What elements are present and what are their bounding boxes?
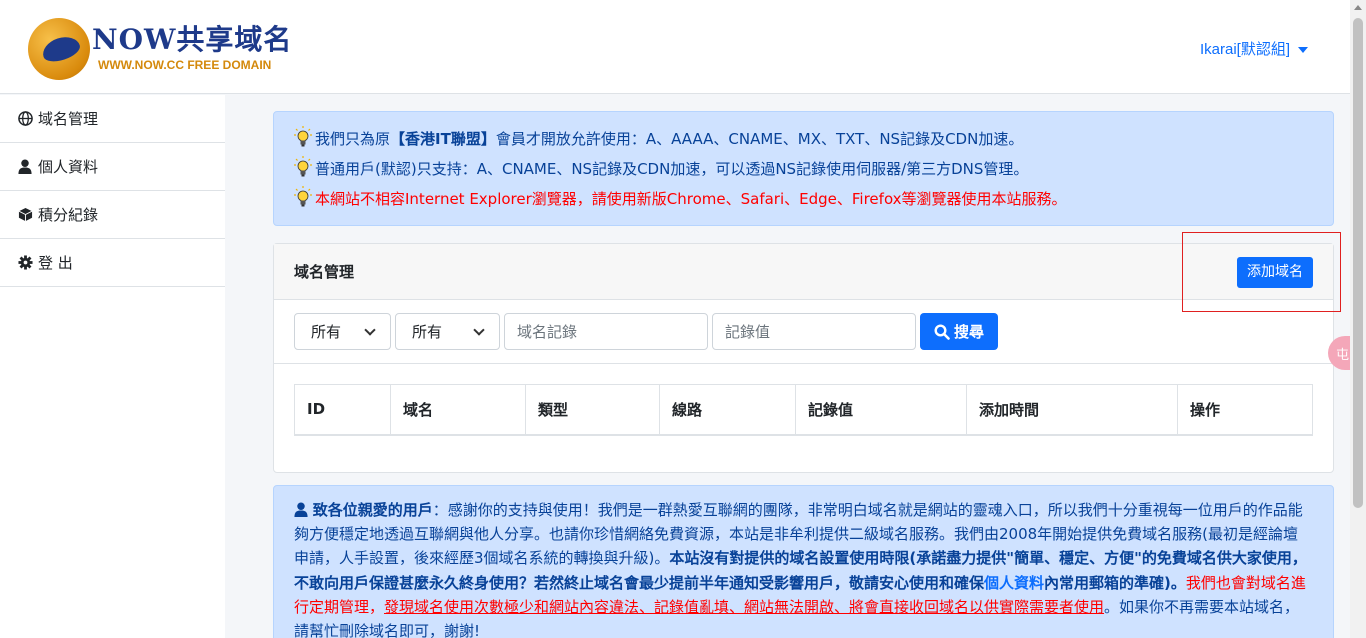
column-header-line[interactable]: 線路 bbox=[659, 384, 796, 436]
info-bold-text-2: 內常用郵箱的準確)。 bbox=[1044, 573, 1186, 592]
scrollbar-thumb[interactable] bbox=[1353, 18, 1363, 508]
sidebar-item-label: 域名管理 bbox=[38, 110, 99, 128]
user-menu[interactable]: Ikarai[默認組] bbox=[1200, 38, 1308, 59]
chevron-down-icon bbox=[473, 323, 485, 336]
box-icon bbox=[16, 207, 34, 222]
main-content: 我們只為原【香港IT聯盟】會員才開放允許使用：A、AAAA、CNAME、MX、T… bbox=[273, 111, 1334, 638]
column-header-record-value[interactable]: 記錄值 bbox=[795, 384, 967, 436]
info-heading: 致各位親愛的用戶 bbox=[312, 501, 433, 519]
profile-link[interactable]: 個人資料 bbox=[984, 574, 1044, 592]
user-icon bbox=[16, 159, 34, 174]
notice-line: 我們只為原【香港IT聯盟】會員才開放允許使用：A、AAAA、CNAME、MX、T… bbox=[294, 124, 1313, 154]
notice-line: 普通用戶(默認)只支持：A、CNAME、NS記錄及CDN加速，可以透過NS記錄使… bbox=[294, 154, 1313, 184]
column-header-type[interactable]: 類型 bbox=[525, 384, 660, 436]
notice-line1-bold: 【香港IT聯盟】 bbox=[390, 130, 496, 148]
type-select-value: 所有 bbox=[311, 323, 342, 341]
card-title: 域名管理 bbox=[294, 263, 355, 281]
lightbulb-icon bbox=[294, 186, 312, 207]
sidebar-item-label: 登 出 bbox=[38, 254, 73, 272]
column-header-actions[interactable]: 操作 bbox=[1177, 384, 1313, 436]
user-menu-label: Ikarai[默認組] bbox=[1199, 41, 1290, 58]
chevron-down-icon bbox=[364, 323, 376, 336]
line-select[interactable]: 所有 bbox=[395, 313, 500, 350]
notice-line1-prefix: 我們只為原 bbox=[315, 130, 391, 148]
site-logo[interactable]: NOW共享域名 WWW.NOW.CC FREE DOMAIN bbox=[28, 14, 318, 80]
notice-line3: 本網站不相容Internet Explorer瀏覽器，請使用新版Chrome、S… bbox=[315, 190, 1067, 208]
notice-line1-suffix: 會員才開放允許使用：A、AAAA、CNAME、MX、TXT、NS記錄及CDN加速… bbox=[495, 130, 1024, 148]
scroll-up-icon[interactable] bbox=[1354, 5, 1362, 10]
column-header-added-time[interactable]: 添加時間 bbox=[966, 384, 1178, 436]
search-icon bbox=[934, 323, 950, 340]
info-warning-underlined: 發現域名使用次數極少和網站內容違法、記錄值亂填、網站無法開啟、將會直接收回域名以… bbox=[384, 597, 1105, 616]
sidebar-item-profile[interactable]: 個人資料 bbox=[0, 143, 225, 191]
record-value-input[interactable]: 記錄值 bbox=[712, 313, 916, 350]
sidebar-item-label: 積分紀錄 bbox=[38, 206, 99, 224]
lightbulb-icon bbox=[294, 126, 312, 147]
domain-management-card: 域名管理 添加域名 所有 所有 域名記錄 記錄值 搜尋 ID 域名 類型 線路 bbox=[273, 243, 1334, 473]
caret-down-icon bbox=[1298, 47, 1308, 54]
column-header-id[interactable]: ID bbox=[294, 384, 391, 436]
type-select[interactable]: 所有 bbox=[294, 313, 391, 350]
lightbulb-icon bbox=[294, 156, 312, 177]
logo-emblem-icon bbox=[28, 18, 90, 80]
search-button[interactable]: 搜尋 bbox=[920, 313, 999, 350]
gear-icon bbox=[16, 255, 34, 270]
user-info-alert: 致各位親愛的用戶：感謝你的支持與使用！我們是一群熱愛互聯網的團隊，非常明白域名就… bbox=[273, 485, 1334, 638]
domain-record-input[interactable]: 域名記錄 bbox=[504, 313, 708, 350]
globe-icon bbox=[16, 111, 34, 126]
card-header: 域名管理 添加域名 bbox=[274, 244, 1333, 300]
notice-line: 本網站不相容Internet Explorer瀏覽器，請使用新版Chrome、S… bbox=[294, 184, 1313, 214]
top-bar: NOW共享域名 WWW.NOW.CC FREE DOMAIN Ikarai[默認… bbox=[0, 0, 1350, 94]
notice-alert: 我們只為原【香港IT聯盟】會員才開放允許使用：A、AAAA、CNAME、MX、T… bbox=[273, 111, 1334, 226]
notice-line2: 普通用戶(默認)只支持：A、CNAME、NS記錄及CDN加速，可以透過NS記錄使… bbox=[315, 160, 1029, 178]
sidebar: 域名管理 個人資料 積分紀錄 登 出 bbox=[0, 95, 225, 638]
sidebar-item-label: 個人資料 bbox=[38, 158, 99, 176]
domain-table-wrap: ID 域名 類型 線路 記錄值 添加時間 操作 bbox=[274, 364, 1333, 436]
user-icon bbox=[294, 502, 308, 517]
line-select-value: 所有 bbox=[412, 323, 443, 341]
scrollbar[interactable] bbox=[1350, 0, 1366, 638]
search-button-label: 搜尋 bbox=[954, 323, 985, 341]
brand-subtitle: WWW.NOW.CC FREE DOMAIN bbox=[98, 58, 272, 72]
domain-table: ID 域名 類型 線路 記錄值 添加時間 操作 bbox=[294, 384, 1313, 436]
filter-bar: 所有 所有 域名記錄 記錄值 搜尋 bbox=[274, 300, 1333, 364]
sidebar-item-points-record[interactable]: 積分紀錄 bbox=[0, 191, 225, 239]
table-header-row: ID 域名 類型 線路 記錄值 添加時間 操作 bbox=[294, 384, 1313, 436]
column-header-domain[interactable]: 域名 bbox=[390, 384, 526, 436]
sidebar-item-logout[interactable]: 登 出 bbox=[0, 239, 225, 287]
brand-title: NOW共享域名 bbox=[92, 23, 293, 56]
highlight-box bbox=[1182, 232, 1341, 312]
sidebar-item-domain-management[interactable]: 域名管理 bbox=[0, 95, 225, 143]
